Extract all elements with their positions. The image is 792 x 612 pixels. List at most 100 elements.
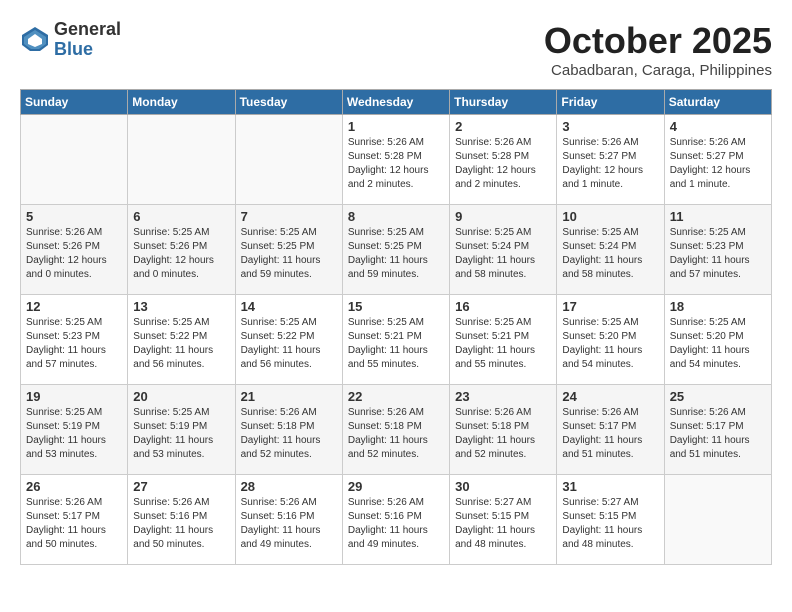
- day-number: 24: [562, 389, 658, 404]
- day-info: Sunrise: 5:25 AM Sunset: 5:22 PM Dayligh…: [241, 316, 337, 372]
- day-info: Sunrise: 5:26 AM Sunset: 5:27 PM Dayligh…: [670, 136, 766, 192]
- calendar-cell: 13 Sunrise: 5:25 AM Sunset: 5:22 PM Dayli…: [128, 295, 235, 385]
- calendar-cell: 9 Sunrise: 5:25 AM Sunset: 5:24 PM Daylig…: [450, 205, 557, 295]
- calendar-cell: [21, 115, 128, 205]
- logo: General Blue: [20, 20, 121, 60]
- day-number: 1: [348, 119, 444, 134]
- day-info: Sunrise: 5:25 AM Sunset: 5:20 PM Dayligh…: [562, 316, 658, 372]
- day-number: 3: [562, 119, 658, 134]
- calendar-cell: 20 Sunrise: 5:25 AM Sunset: 5:19 PM Dayli…: [128, 385, 235, 475]
- calendar-cell: 12Sunrise: 5:25 AM Sunset: 5:23 PM Dayli…: [21, 295, 128, 385]
- day-info: Sunrise: 5:25 AM Sunset: 5:25 PM Dayligh…: [348, 226, 444, 282]
- calendar-cell: 21 Sunrise: 5:26 AM Sunset: 5:18 PM Dayli…: [235, 385, 342, 475]
- calendar-cell: 10 Sunrise: 5:25 AM Sunset: 5:24 PM Dayli…: [557, 205, 664, 295]
- weekday-header-friday: Friday: [557, 90, 664, 115]
- day-number: 9: [455, 209, 551, 224]
- month-title: October 2025: [544, 20, 772, 62]
- calendar-cell: 4 Sunrise: 5:26 AM Sunset: 5:27 PM Daylig…: [664, 115, 771, 205]
- calendar-cell: 16 Sunrise: 5:25 AM Sunset: 5:21 PM Dayli…: [450, 295, 557, 385]
- day-number: 30: [455, 479, 551, 494]
- day-info: Sunrise: 5:25 AM Sunset: 5:19 PM Dayligh…: [133, 406, 229, 462]
- day-info: Sunrise: 5:26 AM Sunset: 5:16 PM Dayligh…: [133, 496, 229, 552]
- day-number: 5: [26, 209, 122, 224]
- calendar-cell: 11 Sunrise: 5:25 AM Sunset: 5:23 PM Dayli…: [664, 205, 771, 295]
- day-info: Sunrise: 5:26 AM Sunset: 5:28 PM Dayligh…: [348, 136, 444, 192]
- day-info: Sunrise: 5:26 AM Sunset: 5:26 PM Dayligh…: [26, 226, 122, 282]
- day-number: 4: [670, 119, 766, 134]
- day-number: 20: [133, 389, 229, 404]
- week-row-1: 1 Sunrise: 5:26 AM Sunset: 5:28 PM Daylig…: [21, 115, 772, 205]
- calendar-cell: 31 Sunrise: 5:27 AM Sunset: 5:15 PM Dayli…: [557, 475, 664, 565]
- day-number: 25: [670, 389, 766, 404]
- location: Cabadbaran, Caraga, Philippines: [544, 62, 772, 79]
- day-info: Sunrise: 5:27 AM Sunset: 5:15 PM Dayligh…: [455, 496, 551, 552]
- day-number: 13: [133, 299, 229, 314]
- day-info: Sunrise: 5:25 AM Sunset: 5:24 PM Dayligh…: [562, 226, 658, 282]
- calendar-cell: 2 Sunrise: 5:26 AM Sunset: 5:28 PM Daylig…: [450, 115, 557, 205]
- day-info: Sunrise: 5:25 AM Sunset: 5:19 PM Dayligh…: [26, 406, 122, 462]
- day-number: 7: [241, 209, 337, 224]
- week-row-5: 26 Sunrise: 5:26 AM Sunset: 5:17 PM Dayli…: [21, 475, 772, 565]
- day-number: 26: [26, 479, 122, 494]
- calendar-cell: 19Sunrise: 5:25 AM Sunset: 5:19 PM Dayli…: [21, 385, 128, 475]
- day-number: 21: [241, 389, 337, 404]
- day-number: 31: [562, 479, 658, 494]
- title-block: October 2025 Cabadbaran, Caraga, Philipp…: [544, 20, 772, 79]
- week-row-3: 12Sunrise: 5:25 AM Sunset: 5:23 PM Dayli…: [21, 295, 772, 385]
- day-info: Sunrise: 5:25 AM Sunset: 5:21 PM Dayligh…: [455, 316, 551, 372]
- calendar-cell: 18 Sunrise: 5:25 AM Sunset: 5:20 PM Dayli…: [664, 295, 771, 385]
- day-info: Sunrise: 5:26 AM Sunset: 5:17 PM Dayligh…: [26, 496, 122, 552]
- day-info: Sunrise: 5:25 AM Sunset: 5:22 PM Dayligh…: [133, 316, 229, 372]
- calendar-cell: [128, 115, 235, 205]
- calendar-cell: 26 Sunrise: 5:26 AM Sunset: 5:17 PM Dayli…: [21, 475, 128, 565]
- calendar-cell: [664, 475, 771, 565]
- calendar-cell: 7 Sunrise: 5:25 AM Sunset: 5:25 PM Daylig…: [235, 205, 342, 295]
- day-info: Sunrise: 5:27 AM Sunset: 5:15 PM Dayligh…: [562, 496, 658, 552]
- calendar-cell: 30 Sunrise: 5:27 AM Sunset: 5:15 PM Dayli…: [450, 475, 557, 565]
- calendar-cell: 17 Sunrise: 5:25 AM Sunset: 5:20 PM Dayli…: [557, 295, 664, 385]
- calendar-cell: 29 Sunrise: 5:26 AM Sunset: 5:16 PM Dayli…: [342, 475, 449, 565]
- day-info: Sunrise: 5:26 AM Sunset: 5:18 PM Dayligh…: [241, 406, 337, 462]
- calendar-cell: 14Sunrise: 5:25 AM Sunset: 5:22 PM Dayli…: [235, 295, 342, 385]
- day-info: Sunrise: 5:26 AM Sunset: 5:18 PM Dayligh…: [455, 406, 551, 462]
- weekday-header-thursday: Thursday: [450, 90, 557, 115]
- day-info: Sunrise: 5:25 AM Sunset: 5:23 PM Dayligh…: [670, 226, 766, 282]
- day-number: 22: [348, 389, 444, 404]
- calendar-cell: [235, 115, 342, 205]
- weekday-header-sunday: Sunday: [21, 90, 128, 115]
- calendar-cell: 24 Sunrise: 5:26 AM Sunset: 5:17 PM Dayli…: [557, 385, 664, 475]
- calendar-table: SundayMondayTuesdayWednesdayThursdayFrid…: [20, 89, 772, 565]
- day-info: Sunrise: 5:26 AM Sunset: 5:17 PM Dayligh…: [562, 406, 658, 462]
- weekday-header-saturday: Saturday: [664, 90, 771, 115]
- day-info: Sunrise: 5:25 AM Sunset: 5:21 PM Dayligh…: [348, 316, 444, 372]
- logo-text: General Blue: [54, 20, 121, 60]
- day-info: Sunrise: 5:26 AM Sunset: 5:16 PM Dayligh…: [348, 496, 444, 552]
- calendar-cell: 6Sunrise: 5:25 AM Sunset: 5:26 PM Daylig…: [128, 205, 235, 295]
- day-info: Sunrise: 5:26 AM Sunset: 5:27 PM Dayligh…: [562, 136, 658, 192]
- day-number: 27: [133, 479, 229, 494]
- day-info: Sunrise: 5:25 AM Sunset: 5:20 PM Dayligh…: [670, 316, 766, 372]
- day-number: 28: [241, 479, 337, 494]
- day-info: Sunrise: 5:26 AM Sunset: 5:28 PM Dayligh…: [455, 136, 551, 192]
- day-info: Sunrise: 5:25 AM Sunset: 5:24 PM Dayligh…: [455, 226, 551, 282]
- day-number: 2: [455, 119, 551, 134]
- calendar-cell: 22Sunrise: 5:26 AM Sunset: 5:18 PM Dayli…: [342, 385, 449, 475]
- day-info: Sunrise: 5:25 AM Sunset: 5:26 PM Dayligh…: [133, 226, 229, 282]
- day-number: 17: [562, 299, 658, 314]
- calendar-cell: 5 Sunrise: 5:26 AM Sunset: 5:26 PM Daylig…: [21, 205, 128, 295]
- day-number: 10: [562, 209, 658, 224]
- day-info: Sunrise: 5:25 AM Sunset: 5:25 PM Dayligh…: [241, 226, 337, 282]
- day-number: 18: [670, 299, 766, 314]
- week-row-4: 19Sunrise: 5:25 AM Sunset: 5:19 PM Dayli…: [21, 385, 772, 475]
- day-number: 11: [670, 209, 766, 224]
- day-number: 16: [455, 299, 551, 314]
- day-info: Sunrise: 5:26 AM Sunset: 5:17 PM Dayligh…: [670, 406, 766, 462]
- logo-icon: [20, 25, 50, 55]
- calendar-cell: 8Sunrise: 5:25 AM Sunset: 5:25 PM Daylig…: [342, 205, 449, 295]
- day-number: 15: [348, 299, 444, 314]
- day-info: Sunrise: 5:25 AM Sunset: 5:23 PM Dayligh…: [26, 316, 122, 372]
- weekday-header-monday: Monday: [128, 90, 235, 115]
- calendar-cell: 23Sunrise: 5:26 AM Sunset: 5:18 PM Dayli…: [450, 385, 557, 475]
- calendar-cell: 3 Sunrise: 5:26 AM Sunset: 5:27 PM Daylig…: [557, 115, 664, 205]
- day-number: 29: [348, 479, 444, 494]
